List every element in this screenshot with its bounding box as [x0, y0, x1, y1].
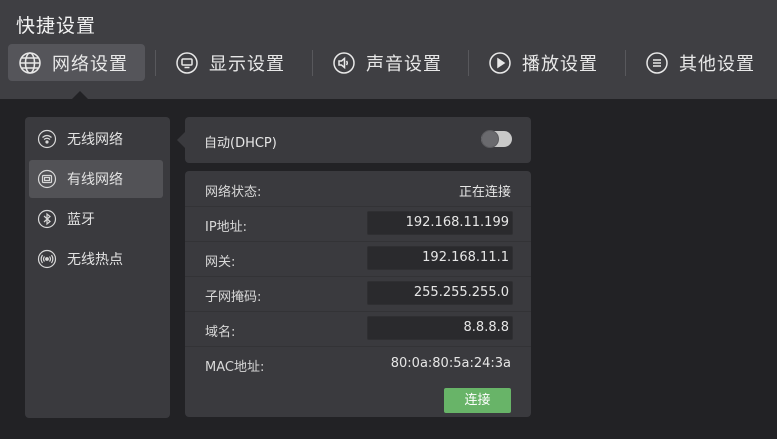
network-sidebar: 无线网络 有线网络 蓝牙 无线热点 — [25, 117, 170, 418]
tab-divider — [625, 50, 626, 76]
bluetooth-icon — [37, 209, 57, 229]
subnet-label: 子网掩码: — [205, 290, 262, 305]
gateway-field[interactable]: 192.168.11.1 — [367, 246, 513, 270]
menu-icon — [645, 51, 669, 75]
active-tab-indicator — [72, 91, 88, 99]
dhcp-label: 自动(DHCP) — [204, 136, 277, 151]
sidebar-item-hotspot[interactable]: 无线热点 — [29, 240, 163, 278]
tab-sound-settings[interactable]: 声音设置 — [322, 44, 462, 81]
dns-row: 域名: 8.8.8.8 — [185, 311, 531, 347]
toggle-knob — [481, 130, 499, 148]
tab-divider — [312, 50, 313, 76]
hotspot-icon — [37, 249, 57, 269]
subnet-row: 子网掩码: 255.255.255.0 — [185, 276, 531, 312]
tab-divider — [155, 50, 156, 76]
tab-divider — [468, 50, 469, 76]
wifi-icon — [37, 129, 57, 149]
sidebar-item-wired[interactable]: 有线网络 — [29, 160, 163, 198]
monitor-icon — [175, 51, 199, 75]
play-icon — [488, 51, 512, 75]
tab-label: 播放设置 — [522, 53, 598, 75]
settings-tabs: 网络设置 显示设置 声音设置 播放设置 其他设置 — [8, 44, 777, 82]
status-label: 网络状态: — [205, 185, 262, 200]
top-bar: 快捷设置 网络设置 显示设置 声音设置 播放设置 其他设置 — [0, 0, 777, 99]
sidebar-item-label: 有线网络 — [67, 172, 123, 188]
gateway-label: 网关: — [205, 255, 236, 270]
app-title: 快捷设置 — [16, 15, 97, 37]
dhcp-panel: 自动(DHCP) — [185, 117, 531, 163]
sidebar-item-label: 无线网络 — [67, 132, 123, 148]
tab-label: 网络设置 — [52, 53, 128, 75]
tab-label: 其他设置 — [679, 53, 755, 75]
dns-field[interactable]: 8.8.8.8 — [367, 316, 513, 340]
tab-label: 声音设置 — [366, 53, 442, 75]
sidebar-item-label: 无线热点 — [67, 252, 123, 268]
ip-label: IP地址: — [205, 220, 248, 235]
gateway-row: 网关: 192.168.11.1 — [185, 241, 531, 277]
globe-icon — [18, 51, 42, 75]
tab-other-settings[interactable]: 其他设置 — [635, 44, 775, 81]
tab-label: 显示设置 — [209, 53, 285, 75]
tab-playback-settings[interactable]: 播放设置 — [478, 44, 618, 81]
panel-pointer — [177, 132, 185, 148]
sidebar-item-label: 蓝牙 — [67, 212, 95, 228]
status-value: 正在连接 — [458, 185, 511, 200]
mac-row: MAC地址: 80:0a:80:5a:24:3a — [185, 346, 531, 382]
mac-value: 80:0a:80:5a:24:3a — [390, 356, 511, 371]
dns-label: 域名: — [205, 325, 236, 340]
status-row: 网络状态: 正在连接 — [185, 171, 531, 207]
ip-row: IP地址: 192.168.11.199 — [185, 206, 531, 242]
tab-network-settings[interactable]: 网络设置 — [8, 44, 145, 81]
connect-button[interactable]: 连接 — [444, 388, 511, 413]
sidebar-item-wireless[interactable]: 无线网络 — [29, 120, 163, 158]
network-info-panel: 网络状态: 正在连接 IP地址: 192.168.11.199 网关: 192.… — [185, 171, 531, 417]
speaker-icon — [332, 51, 356, 75]
ethernet-icon — [37, 169, 57, 189]
tab-display-settings[interactable]: 显示设置 — [165, 44, 305, 81]
sidebar-item-bluetooth[interactable]: 蓝牙 — [29, 200, 163, 238]
ip-address-field[interactable]: 192.168.11.199 — [367, 211, 513, 235]
dhcp-toggle[interactable] — [481, 130, 512, 148]
mac-label: MAC地址: — [205, 360, 265, 375]
subnet-mask-field[interactable]: 255.255.255.0 — [367, 281, 513, 305]
